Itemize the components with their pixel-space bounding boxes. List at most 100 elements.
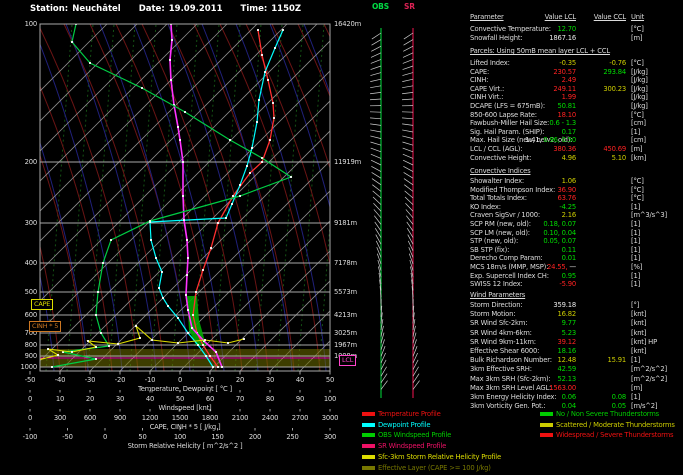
profile-legend-label: OBS Windspeed Profile (378, 431, 452, 440)
temperature-tick-label: 20 (235, 376, 245, 384)
sr_windspeed_profile-marker (170, 79, 172, 81)
srh_profile-marker (135, 325, 137, 327)
dry-adiabat (376, 24, 476, 371)
table-row-unit: [%] (631, 263, 643, 271)
windspeed-tick-label: 50 (175, 395, 185, 403)
wind-barb (370, 147, 382, 153)
cape-tick-label: 2100 (231, 414, 249, 422)
srh_profile-marker (95, 346, 97, 348)
dewpoint_profile-marker (205, 355, 207, 357)
wind-column-header-sr: SR (404, 2, 415, 11)
temperature_profile-marker (195, 291, 197, 293)
obs_windspeed_profile-marker (108, 345, 110, 347)
table-value-part: 0.07 (559, 237, 577, 246)
table-value-lcl: 0.11 (561, 245, 577, 254)
isotherm-line (89, 130, 330, 371)
table-row-unit: [knt] (631, 310, 647, 319)
table-value-lcl: 0.6 - 1.3 (549, 119, 576, 128)
temperature-tick-label: 10 (205, 376, 215, 384)
table-value-part: 0.07 (559, 220, 577, 228)
moist-adiabat (235, 24, 327, 371)
table-row-unit: [1] (631, 237, 641, 246)
isotherm-line (40, 24, 258, 242)
wind-barb (371, 32, 382, 40)
table-value-lcl: 18.16 (557, 347, 577, 355)
pressure-label: 300 (24, 218, 38, 227)
moist-adiabat (40, 42, 123, 371)
table-value-lcl: 1.41, 0.96, 0.50 (486, 137, 576, 144)
wind-barb (402, 52, 414, 58)
table-value-lcl: 1867.16 (549, 34, 576, 42)
table-row-unit: [km] (631, 153, 647, 162)
table-value-lcl: 0.17 (561, 127, 577, 136)
wind-barb (371, 178, 382, 186)
table-value-part: 1.41, (525, 136, 542, 145)
dewpoint_profile-marker (187, 332, 189, 334)
effective-layer-band (40, 359, 330, 367)
srh_profile-marker (71, 351, 73, 353)
wind-barb (370, 123, 382, 126)
table-value-lcl: 12.70 (557, 25, 577, 33)
temperature_profile-marker (261, 161, 263, 163)
windspeed-tick-label: 40 (145, 395, 155, 403)
wind-barb (402, 78, 414, 82)
table-row-unit: [1] (631, 393, 641, 401)
table-header-value-ccl: Value CCL (593, 13, 627, 21)
severity-legend-swatch (540, 422, 553, 427)
wind-barb (402, 59, 414, 64)
temperature-tick-label: -30 (84, 376, 96, 384)
dewpoint_profile-marker (161, 271, 163, 273)
table-value-lcl: 50.81 (557, 102, 577, 110)
obs_windspeed_profile-marker (71, 41, 73, 43)
obs_windspeed_profile-marker (229, 139, 231, 141)
srh-tick-label: 0 (102, 433, 108, 441)
profile-legend-swatch (362, 454, 375, 459)
moist-adiabat (372, 24, 462, 371)
table-value-ccl: 5.10 (611, 153, 627, 162)
table-value-part: 0.96, (541, 136, 560, 145)
wind-barb (370, 98, 382, 101)
temperature-tick-label: 40 (295, 376, 305, 384)
wind-barb (370, 92, 382, 95)
dewpoint_profile-marker (239, 184, 241, 186)
srh_profile-marker (243, 338, 245, 340)
pressure-label: 200 (24, 157, 38, 166)
severity-legend-swatch (540, 433, 553, 438)
srh_profile-marker (227, 342, 229, 344)
obs_windspeed_profile-marker (184, 111, 186, 113)
mixing-ratio-line (318, 217, 330, 371)
moist-adiabat (269, 24, 330, 210)
wind-barb (404, 196, 414, 205)
temperature-tick-label: 50 (325, 376, 335, 384)
moist-adiabat (40, 141, 89, 371)
table-value-lcl: 1.06 (561, 177, 577, 185)
dewpoint_profile-marker (231, 203, 233, 205)
srh-tick-label: -100 (22, 433, 38, 441)
altitude-label: 16420m (334, 19, 362, 28)
profile-legend-label: Dewpoint Profile (378, 420, 431, 429)
wind-barb (372, 196, 382, 205)
temperature_profile-marker (202, 269, 204, 271)
cape-tick-label: 300 (53, 414, 67, 422)
table-row-unit: [°C] (631, 185, 644, 194)
cape-tick-label: 3000 (321, 414, 339, 422)
windspeed-tick-label: 60 (205, 395, 215, 403)
wind-barb (403, 45, 414, 52)
table-value-lcl: 12.48 (557, 356, 577, 365)
dewpoint_profile-marker (150, 239, 152, 241)
profile-legend-label: Temperature Profile (378, 410, 441, 418)
wind-barb (402, 117, 414, 120)
mixing-ratio-line (234, 24, 262, 371)
obs_windspeed_profile-marker (290, 176, 292, 178)
pressure-label: 800 (24, 340, 38, 349)
wind-barb (403, 39, 414, 46)
windspeed-tick-label: 80 (265, 395, 275, 403)
table-value-part: 24.55, (547, 263, 568, 271)
obs_windspeed_profile-marker (141, 87, 143, 89)
windspeed-tick-label: 100 (323, 395, 337, 403)
obs_windspeed_profile-marker (95, 314, 97, 316)
wind-barb (402, 129, 414, 133)
isotherm-line (40, 24, 198, 182)
srh-axis-label: Storm Relative Helicity [ m^2/s^2 ] (127, 441, 243, 450)
temperature_profile-marker (261, 54, 263, 56)
